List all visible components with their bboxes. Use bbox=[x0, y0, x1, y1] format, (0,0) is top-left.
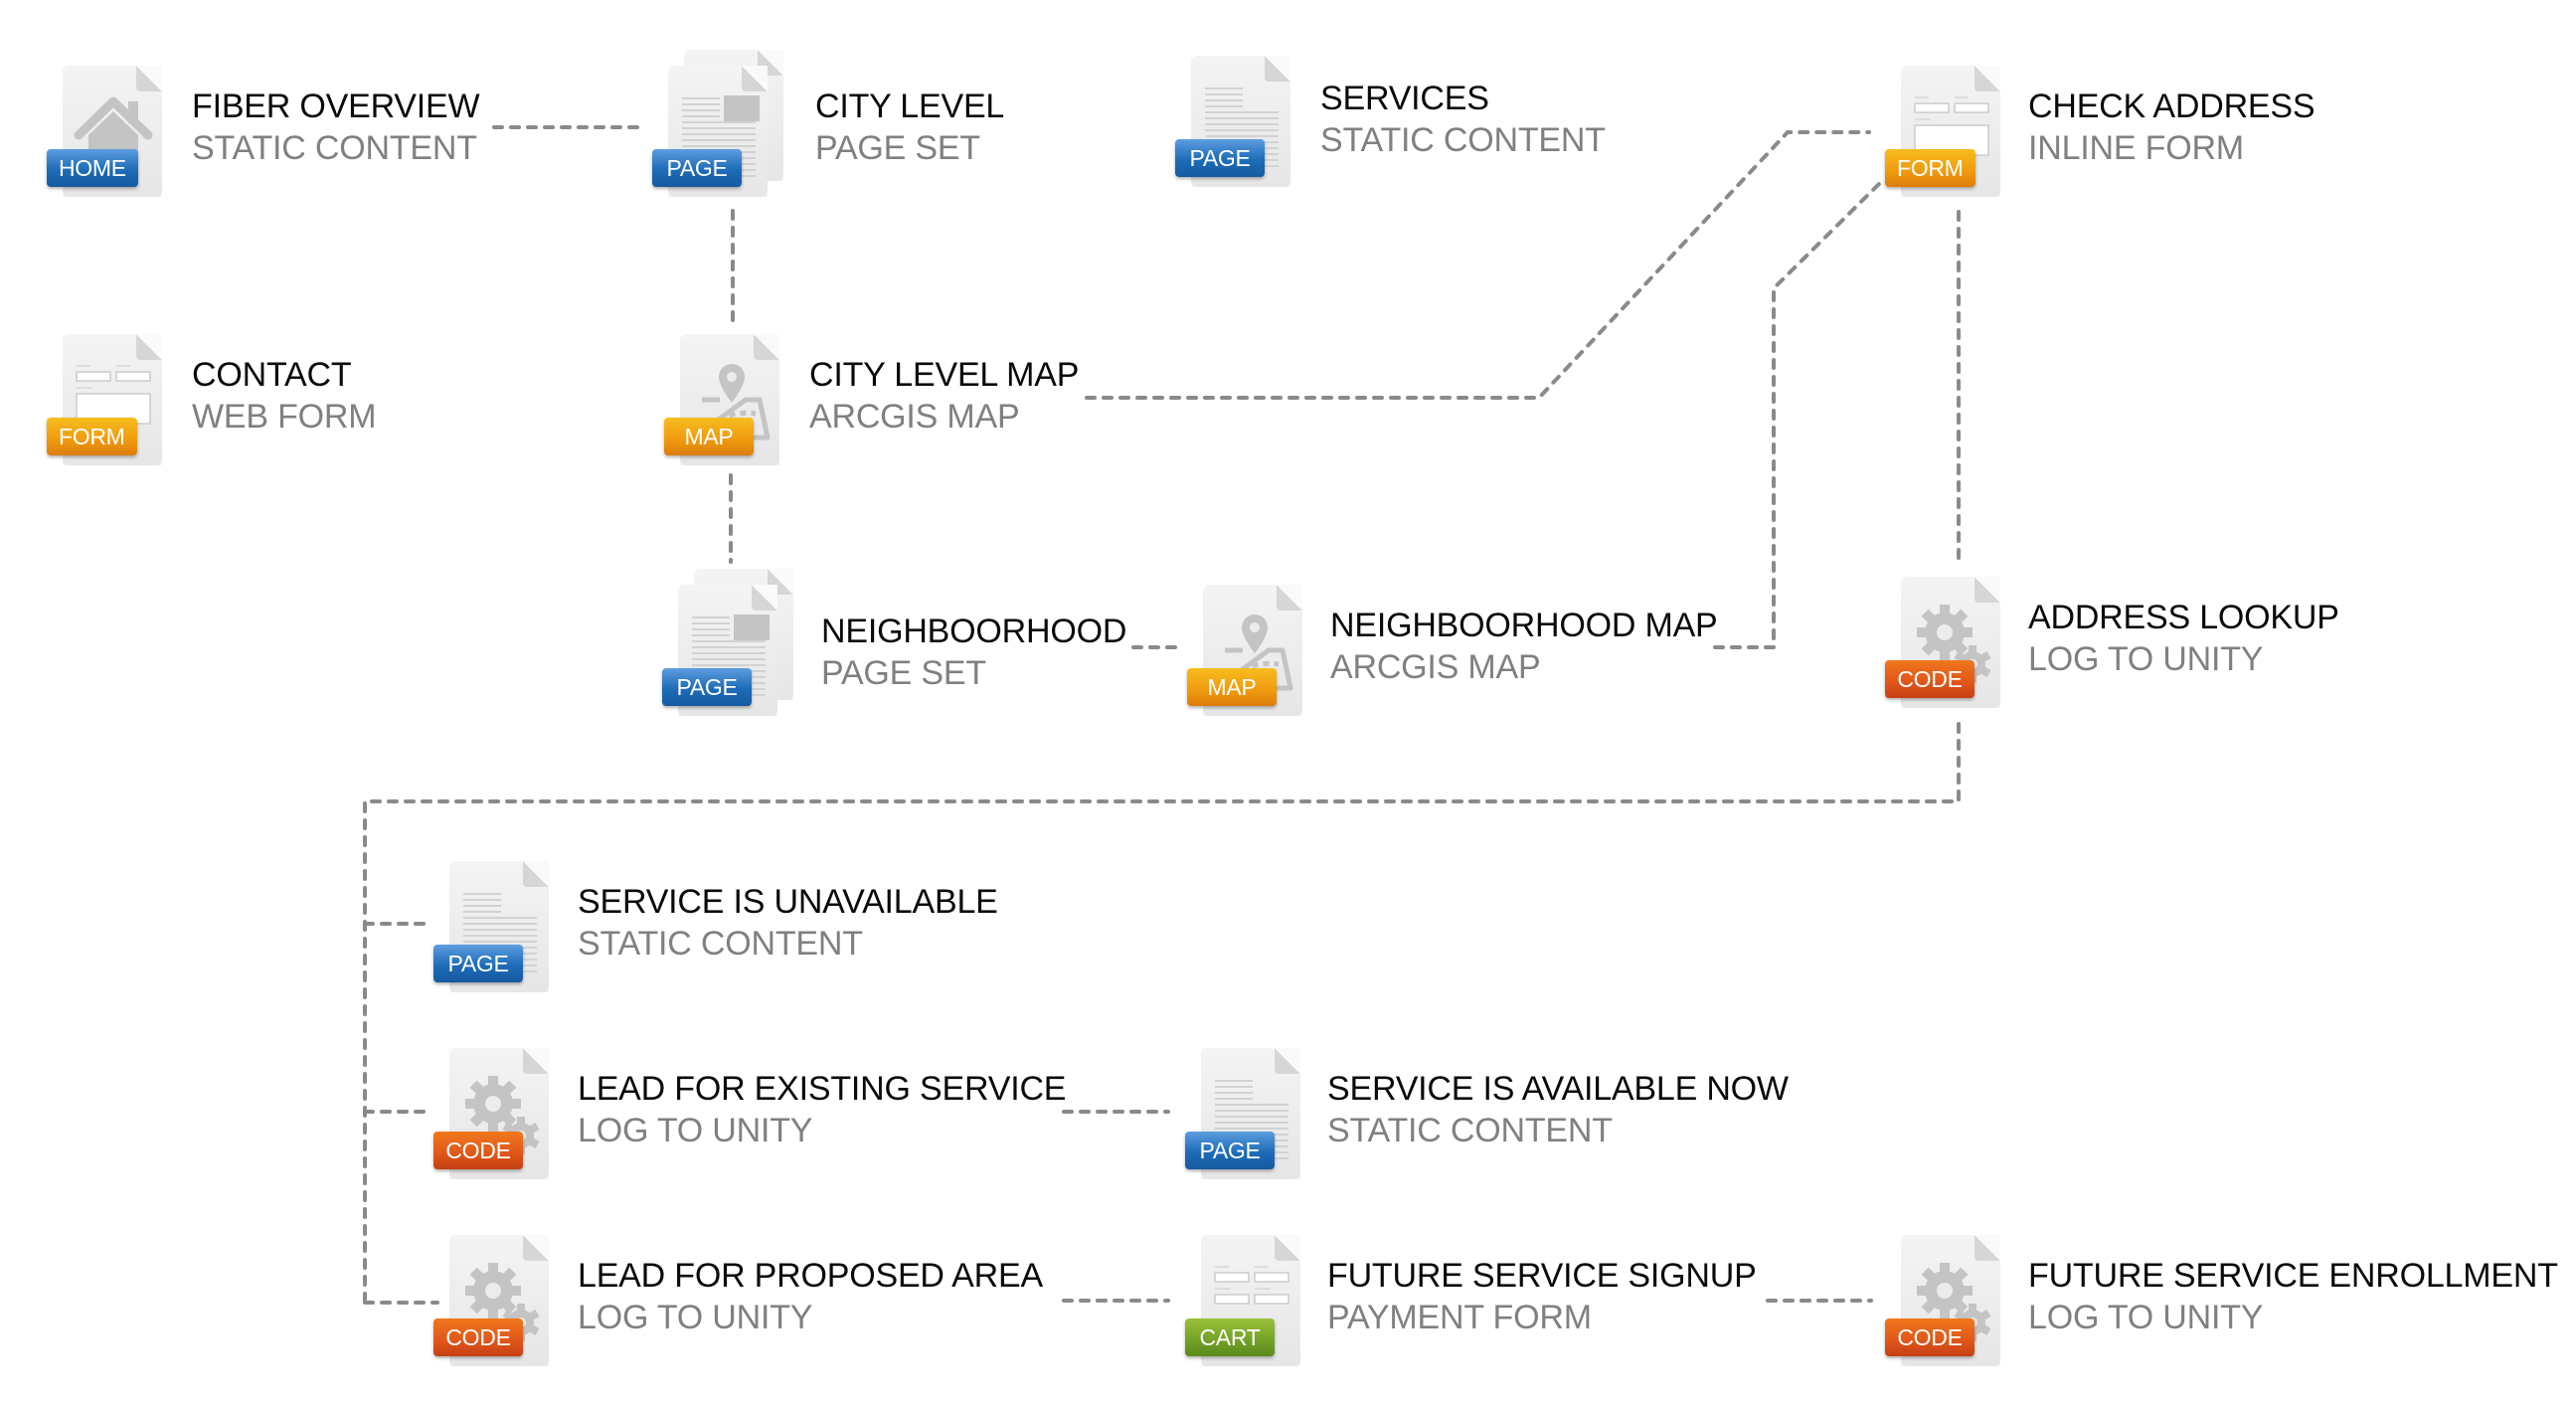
node-title: SERVICES bbox=[1320, 80, 1489, 117]
node-title: FIBER OVERVIEW bbox=[192, 88, 480, 125]
document-icon: CART bbox=[1185, 1235, 1308, 1374]
type-badge: PAGE bbox=[1185, 1132, 1275, 1169]
node-labels: ADDRESS LOOKUP LOG TO UNITY bbox=[2028, 597, 2339, 680]
node-title: SERVICE IS AVAILABLE NOW bbox=[1327, 1070, 1789, 1108]
node-service-available-now[interactable]: PAGE SERVICE IS AVAILABLE NOW STATIC CONTE… bbox=[1185, 1048, 1789, 1179]
node-labels: SERVICE IS AVAILABLE NOW STATIC CONTENT bbox=[1327, 1068, 1789, 1151]
type-badge: PAGE bbox=[652, 149, 742, 187]
type-badge: CODE bbox=[1885, 660, 1975, 698]
node-labels: CITY LEVEL MAP ARCGIS MAP bbox=[809, 354, 1079, 438]
node-subtitle: STATIC CONTENT bbox=[578, 925, 863, 963]
node-subtitle: LOG TO UNITY bbox=[2028, 1299, 2264, 1336]
document-icon: CODE bbox=[1885, 1235, 2008, 1374]
node-title: NEIGHBOORHOOD bbox=[821, 613, 1127, 650]
node-service-unavailable[interactable]: PAGE SERVICE IS UNAVAILABLE STATIC CONTENT bbox=[433, 861, 998, 992]
document-icon: PAGE bbox=[1185, 1048, 1308, 1187]
type-badge: MAP bbox=[1187, 668, 1277, 706]
type-badge: PAGE bbox=[662, 668, 752, 706]
node-title: SERVICE IS UNAVAILABLE bbox=[578, 883, 998, 921]
document-icon: PAGE bbox=[652, 50, 783, 205]
node-lead-proposed-area[interactable]: CODE LEAD FOR PROPOSED AREA LOG TO UNITY bbox=[433, 1235, 1043, 1366]
document-icon: FORM bbox=[47, 334, 170, 473]
type-badge: FORM bbox=[47, 418, 137, 455]
node-title: FUTURE SERVICE ENROLLMENT bbox=[2028, 1257, 2558, 1295]
node-subtitle: LOG TO UNITY bbox=[2028, 640, 2264, 678]
document-icon: CODE bbox=[433, 1235, 557, 1374]
node-labels: SERVICE IS UNAVAILABLE STATIC CONTENT bbox=[578, 881, 998, 965]
document-icon: HOME bbox=[47, 66, 170, 205]
node-labels: FUTURE SERVICE ENROLLMENT LOG TO UNITY bbox=[2028, 1255, 2558, 1338]
node-title: CHECK ADDRESS bbox=[2028, 88, 2316, 125]
node-title: ADDRESS LOOKUP bbox=[2028, 599, 2339, 636]
node-subtitle: STATIC CONTENT bbox=[1327, 1112, 1613, 1149]
node-subtitle: LOG TO UNITY bbox=[578, 1112, 813, 1149]
node-city-level[interactable]: PAGE CITY LEVEL PAGE SET bbox=[652, 50, 1004, 197]
node-title: LEAD FOR EXISTING SERVICE bbox=[578, 1070, 1067, 1108]
type-badge: CODE bbox=[433, 1132, 523, 1169]
type-badge: CODE bbox=[1885, 1318, 1975, 1356]
node-subtitle: INLINE FORM bbox=[2028, 129, 2244, 167]
node-neighboorhood-map[interactable]: MAP NEIGHBOORHOOD MAP ARCGIS MAP bbox=[1187, 585, 1718, 716]
type-badge: CODE bbox=[433, 1318, 523, 1356]
node-labels: NEIGHBOORHOOD PAGE SET bbox=[821, 611, 1126, 694]
node-title: FUTURE SERVICE SIGNUP bbox=[1327, 1257, 1757, 1295]
node-title: CITY LEVEL MAP bbox=[809, 356, 1080, 394]
node-labels: FIBER OVERVIEW STATIC CONTENT bbox=[192, 86, 480, 169]
node-title: CITY LEVEL bbox=[815, 88, 1005, 125]
document-icon: FORM bbox=[1885, 66, 2008, 205]
node-labels: CONTACT WEB FORM bbox=[192, 354, 377, 438]
node-subtitle: ARCGIS MAP bbox=[1330, 648, 1541, 686]
node-neighboorhood[interactable]: PAGE NEIGHBOORHOOD PAGE SET bbox=[662, 569, 1126, 716]
node-subtitle: PAYMENT FORM bbox=[1327, 1299, 1592, 1336]
node-subtitle: STATIC CONTENT bbox=[192, 129, 477, 167]
node-lead-existing-service[interactable]: CODE LEAD FOR EXISTING SERVICE LOG TO UNIT… bbox=[433, 1048, 1066, 1179]
document-icon: CODE bbox=[1885, 577, 2008, 716]
node-subtitle: LOG TO UNITY bbox=[578, 1299, 813, 1336]
document-icon: PAGE bbox=[662, 569, 793, 724]
document-icon: PAGE bbox=[433, 861, 557, 1000]
node-subtitle: STATIC CONTENT bbox=[1320, 121, 1606, 159]
edge-address-lookup-branch bbox=[363, 722, 1961, 1305]
node-future-service-signup[interactable]: CART FUTURE SERVICE SIGNUP PAYMENT FORM bbox=[1185, 1235, 1757, 1366]
node-labels: LEAD FOR EXISTING SERVICE LOG TO UNITY bbox=[578, 1068, 1066, 1151]
node-title: LEAD FOR PROPOSED AREA bbox=[578, 1257, 1043, 1295]
node-fiber-overview[interactable]: HOME FIBER OVERVIEW STATIC CONTENT bbox=[47, 66, 480, 197]
node-labels: NEIGHBOORHOOD MAP ARCGIS MAP bbox=[1330, 605, 1718, 688]
type-badge: HOME bbox=[47, 149, 138, 187]
document-icon: CODE bbox=[433, 1048, 557, 1187]
node-labels: SERVICES STATIC CONTENT bbox=[1320, 78, 1606, 161]
type-badge: PAGE bbox=[1175, 139, 1265, 177]
node-labels: LEAD FOR PROPOSED AREA LOG TO UNITY bbox=[578, 1255, 1043, 1338]
node-contact[interactable]: FORM CONTACT WEB FORM bbox=[47, 334, 377, 465]
node-labels: CITY LEVEL PAGE SET bbox=[815, 86, 1004, 169]
document-icon: MAP bbox=[1187, 585, 1310, 724]
document-icon: MAP bbox=[664, 334, 787, 473]
node-title: NEIGHBOORHOOD MAP bbox=[1330, 607, 1718, 644]
document-icon: PAGE bbox=[1175, 56, 1298, 195]
node-check-address[interactable]: FORM CHECK ADDRESS INLINE FORM bbox=[1885, 66, 2316, 197]
node-address-lookup[interactable]: CODE ADDRESS LOOKUP LOG TO UNITY bbox=[1885, 577, 2339, 708]
node-subtitle: PAGE SET bbox=[815, 129, 980, 167]
type-badge: MAP bbox=[664, 418, 754, 455]
node-labels: FUTURE SERVICE SIGNUP PAYMENT FORM bbox=[1327, 1255, 1757, 1338]
node-subtitle: WEB FORM bbox=[192, 398, 377, 436]
edge-neighboorhood-map-check-address bbox=[1713, 177, 1886, 649]
node-labels: CHECK ADDRESS INLINE FORM bbox=[2028, 86, 2316, 169]
node-subtitle: PAGE SET bbox=[821, 654, 986, 692]
type-badge: CART bbox=[1185, 1318, 1275, 1356]
node-subtitle: ARCGIS MAP bbox=[809, 398, 1020, 436]
node-future-service-enrollment[interactable]: CODE FUTURE SERVICE ENROLLMENT LOG TO UNIT… bbox=[1885, 1235, 2558, 1366]
type-badge: PAGE bbox=[433, 945, 523, 982]
type-badge: FORM bbox=[1885, 149, 1975, 187]
node-title: CONTACT bbox=[192, 356, 352, 394]
node-city-level-map[interactable]: MAP CITY LEVEL MAP ARCGIS MAP bbox=[664, 334, 1079, 465]
node-services[interactable]: PAGE SERVICES STATIC CONTENT bbox=[1175, 56, 1606, 187]
